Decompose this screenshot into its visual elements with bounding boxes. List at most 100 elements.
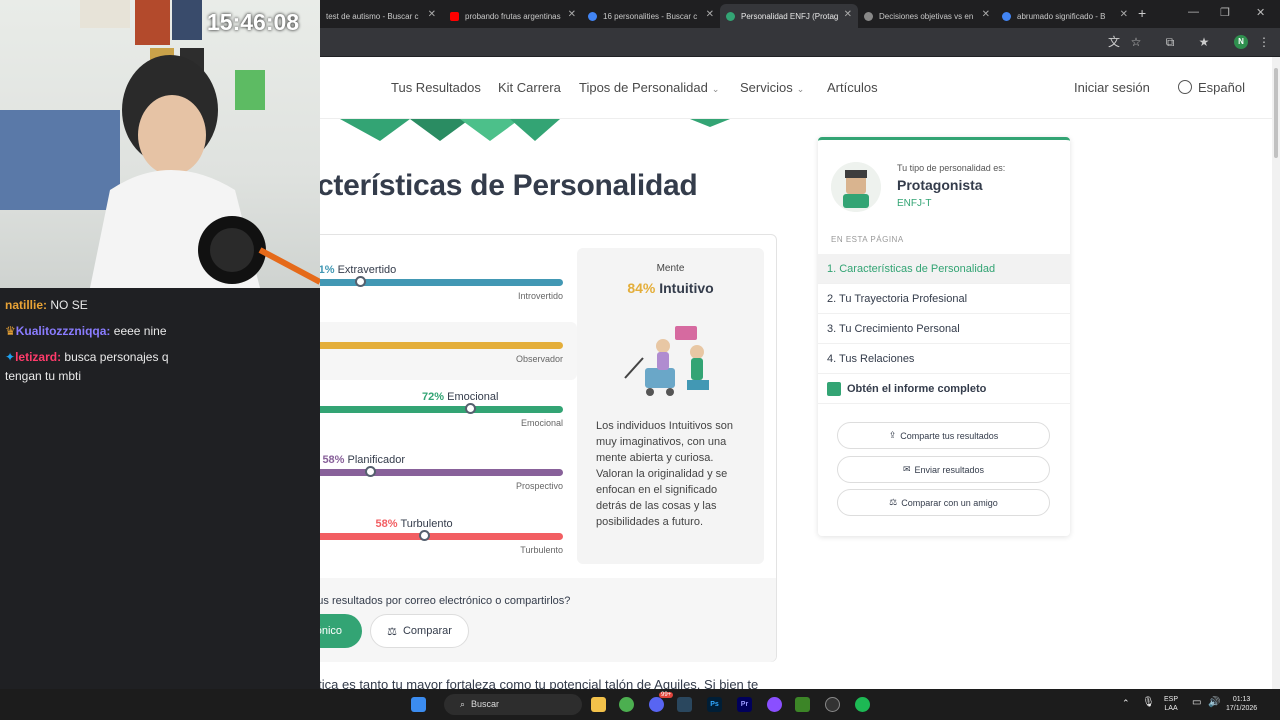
chevron-down-icon: ⌄ xyxy=(796,84,805,94)
photoshop-icon[interactable]: Ps xyxy=(707,697,722,712)
chat-message: natillie: NO SE xyxy=(5,298,88,312)
trait-description: Los individuos Intuitivos son muy imagin… xyxy=(596,420,733,528)
type-sidebar: Tu tipo de personalidad es: Protagonista… xyxy=(818,137,1070,536)
bookmarks-icon[interactable]: ★ xyxy=(1196,34,1212,50)
trait-bar xyxy=(320,342,563,349)
webpage: Tus Resultados Kit Carrera Tipos de Pers… xyxy=(320,57,1272,689)
toc-item-3[interactable]: 3. Tu Crecimiento Personal xyxy=(818,314,1070,344)
trait-marker xyxy=(465,403,477,414)
file-explorer-icon[interactable] xyxy=(591,697,606,712)
close-icon[interactable]: ✕ xyxy=(568,9,576,20)
16personalities-icon xyxy=(726,11,735,21)
scale-icon: ⚖ xyxy=(387,625,397,638)
chat-message-continued: tengan tu mbti xyxy=(5,369,82,383)
login-link[interactable]: Iniciar sesión xyxy=(1074,80,1150,95)
chrome-icon[interactable] xyxy=(619,697,634,712)
trait-marker xyxy=(418,530,430,541)
nav-kit-carrera[interactable]: Kit Carrera xyxy=(498,80,561,95)
trait-right-label: Turbulento xyxy=(520,545,563,555)
tab-probando-frutas[interactable]: probando frutas argentinas ✕ xyxy=(444,4,582,28)
share-icon: ⇪ xyxy=(888,430,897,440)
network-icon[interactable]: ▭ xyxy=(1192,698,1201,708)
steam-icon[interactable] xyxy=(677,697,692,712)
toc-item-4[interactable]: 4. Tus Relaciones xyxy=(818,344,1070,374)
menu-dots-icon[interactable]: ⋮ xyxy=(1256,34,1272,50)
tab-abrumado[interactable]: abrumado significado - B ✕ xyxy=(996,4,1134,28)
trait-label: 61% Extravertido xyxy=(320,264,397,276)
trait-row: 61% ExtravertidoExtravertidoIntrovertido xyxy=(320,259,563,317)
maximize-icon[interactable]: ❐ xyxy=(1220,6,1230,19)
trait-kicker: Mente xyxy=(656,263,685,274)
share-section: ¿Te gustaría enviar tus resultados por c… xyxy=(320,578,776,662)
compare-button[interactable]: ⚖ Comparar xyxy=(370,614,469,648)
premiere-icon[interactable]: Pr xyxy=(737,697,752,712)
profile-avatar[interactable]: N xyxy=(1234,35,1248,49)
minimize-icon[interactable]: — xyxy=(1188,6,1199,18)
toc-full-report[interactable]: Obtén el informe completo xyxy=(818,374,1070,404)
close-icon[interactable]: ✕ xyxy=(706,9,714,20)
type-code: ENFJ-T xyxy=(897,198,932,209)
trait-right-label: Prospectivo xyxy=(515,481,563,491)
minecraft-icon[interactable] xyxy=(795,697,810,712)
compare-friend-button[interactable]: ⚖ Comparar con un amigo xyxy=(837,489,1050,516)
tray-chevron-icon[interactable]: ⌃ xyxy=(1122,699,1130,708)
clock-tray[interactable]: 01:13 17/1/2026 xyxy=(1226,695,1257,713)
intuitive-illustration xyxy=(624,326,709,396)
trait-detail-title: 84% Intuitivo xyxy=(627,280,714,296)
nav-tus-resultados[interactable]: Tus Resultados xyxy=(391,80,481,95)
extensions-icon[interactable]: ⧉ xyxy=(1162,34,1178,50)
globe-icon xyxy=(1178,80,1192,94)
nav-tipos-personalidad[interactable]: Tipos de Personalidad ⌄ xyxy=(579,80,719,95)
notification-badge: 99+ xyxy=(659,692,674,698)
site-icon xyxy=(864,11,873,21)
tab-decisiones-objetivas[interactable]: Decisiones objetivas vs en ✕ xyxy=(858,4,996,28)
close-icon[interactable]: ✕ xyxy=(1120,9,1128,20)
email-button[interactable]: ➤Correo electrónico xyxy=(320,614,362,648)
nav-articulos[interactable]: Artículos xyxy=(827,80,878,95)
language-selector[interactable]: Español xyxy=(1178,80,1245,95)
trait-detail-panel: Mente 84% Intuitivo Los individuos Intui… xyxy=(577,248,764,564)
toc-item-2[interactable]: 2. Tu Trayectoria Profesional xyxy=(818,284,1070,314)
chat-message: ✦letizard: busca personajes q xyxy=(5,350,169,364)
discord-icon[interactable] xyxy=(649,697,664,712)
volume-icon[interactable]: 🔊 xyxy=(1208,698,1220,708)
traits-card: 61% ExtravertidoExtravertidoIntrovertido… xyxy=(320,234,777,662)
share-question: ¿Te gustaría enviar tus resultados por c… xyxy=(320,595,571,607)
language-indicator[interactable]: ESP LAA xyxy=(1164,695,1178,713)
send-results-button[interactable]: ✉ Enviar resultados xyxy=(837,456,1050,483)
close-icon[interactable]: ✕ xyxy=(428,9,436,20)
crown-icon: ♛ xyxy=(5,324,16,338)
tab-16-personalities[interactable]: 16 personalities - Buscar c ✕ xyxy=(582,4,720,28)
toc-item-1[interactable]: 1. Características de Personalidad xyxy=(818,254,1070,284)
taskbar-search[interactable]: ⌕ Buscar xyxy=(444,694,582,715)
hero-decoration xyxy=(340,119,730,141)
stream-chat: natillie: NO SE ♛Kualitozzzniqqa: eeee n… xyxy=(0,288,320,689)
chat-message: ♛Kualitozzzniqqa: eeee nine xyxy=(5,324,167,338)
trait-label: 58% Turbulento xyxy=(375,518,453,530)
trait-bar xyxy=(320,469,563,476)
trait-row: 58% TurbulentoAsertivoTurbulento xyxy=(320,513,563,571)
browser-toolbar: 文 ☆ ⧉ ★ ⋮ xyxy=(320,28,1280,56)
share-results-button[interactable]: ⇪ Comparte tus resultados xyxy=(837,422,1050,449)
close-icon[interactable]: ✕ xyxy=(844,9,852,20)
close-icon[interactable]: ✕ xyxy=(982,9,990,20)
close-window-icon[interactable]: ✕ xyxy=(1256,6,1265,19)
translate-icon[interactable]: 文 xyxy=(1106,34,1122,50)
microphone-icon[interactable]: 🎙 xyxy=(1142,698,1155,708)
twitter-icon: ✦ xyxy=(5,350,16,364)
start-icon[interactable] xyxy=(411,697,426,712)
obs-icon[interactable] xyxy=(825,697,840,712)
bookmark-star-icon[interactable]: ☆ xyxy=(1128,34,1144,50)
protagonist-avatar xyxy=(831,162,881,212)
tab-personalidad-enfj[interactable]: Personalidad ENFJ (Protag ✕ xyxy=(720,4,858,28)
tab-test-autismo[interactable]: test de autismo - Buscar c ✕ xyxy=(320,4,442,28)
mail-icon: ✉ xyxy=(902,464,911,474)
trait-label: 58% Planificador xyxy=(322,454,406,466)
scrollbar-thumb[interactable] xyxy=(1274,68,1278,158)
chevron-down-icon: ⌄ xyxy=(711,84,720,94)
trait-row: 58% PlanificadorPlanificadorProspectivo xyxy=(320,449,563,507)
app-icon[interactable] xyxy=(767,697,782,712)
nav-servicios[interactable]: Servicios ⌄ xyxy=(740,80,804,95)
spotify-icon[interactable] xyxy=(855,697,870,712)
new-tab-icon[interactable]: + xyxy=(1138,5,1146,21)
